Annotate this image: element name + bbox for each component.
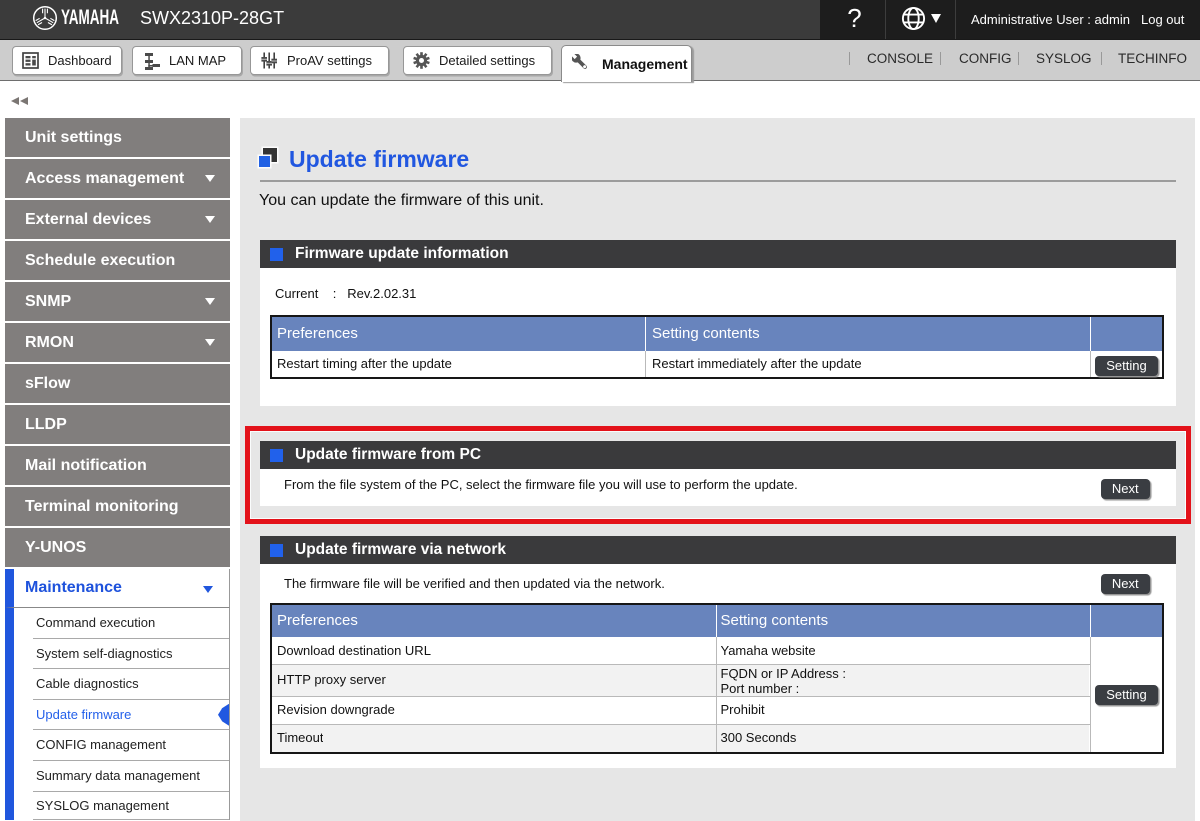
svg-text:YAMAHA: YAMAHA (61, 8, 119, 28)
